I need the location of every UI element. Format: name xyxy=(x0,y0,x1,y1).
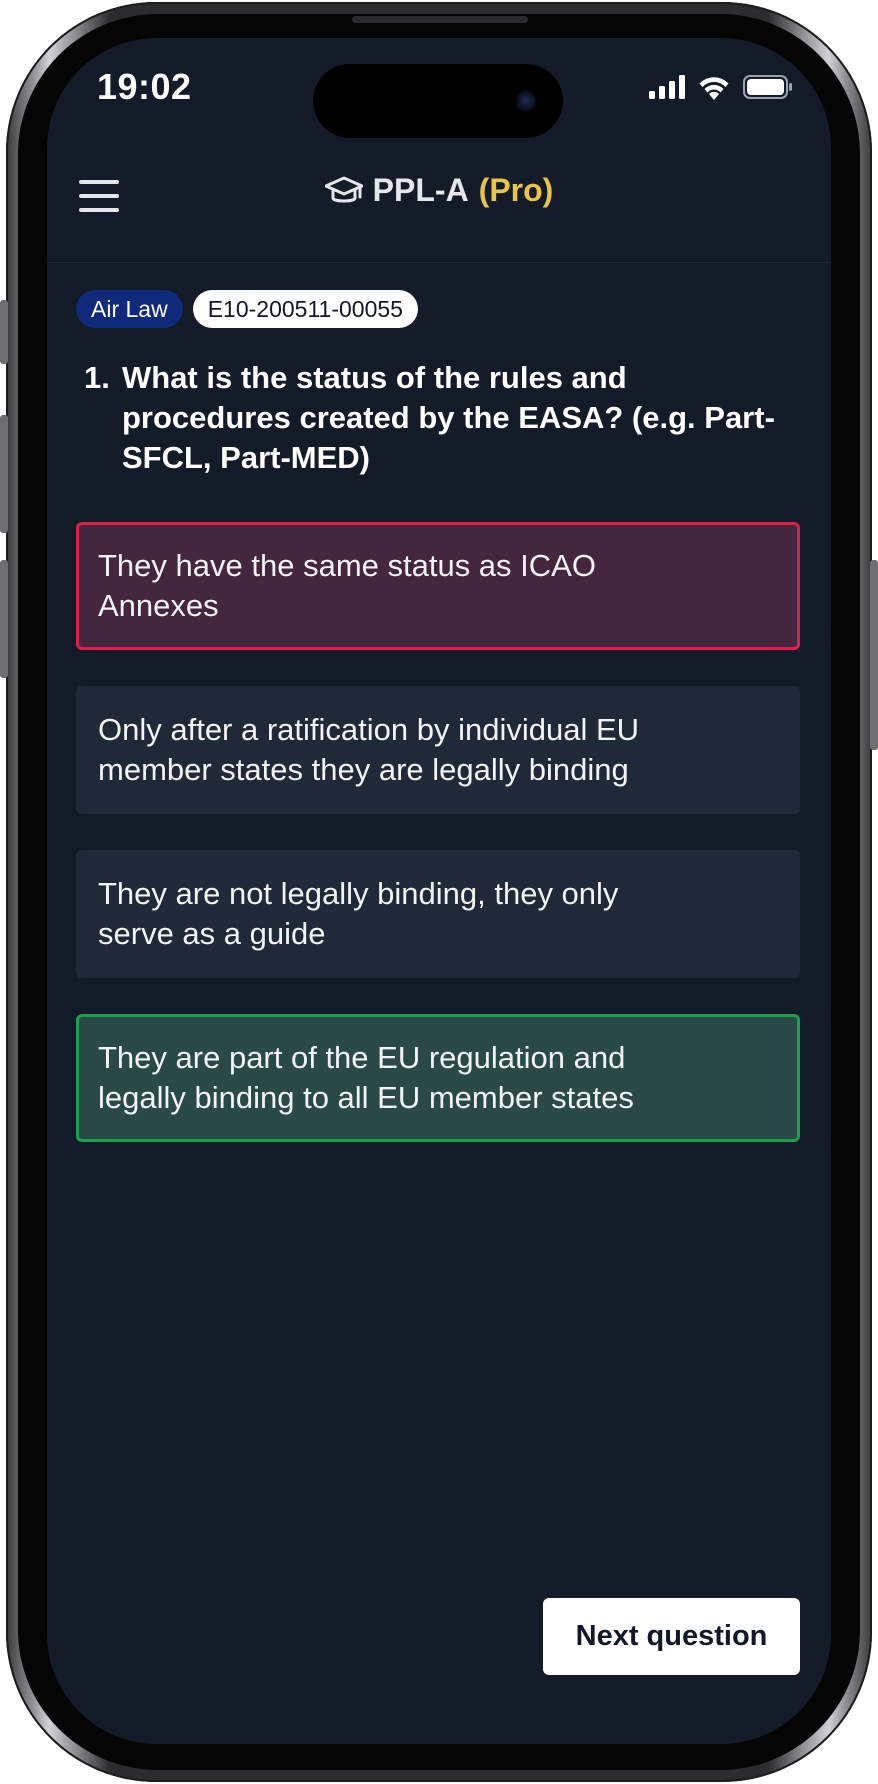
question-text: 1. What is the status of the rules and p… xyxy=(84,358,794,478)
subject-tag: Air Law xyxy=(76,290,183,328)
answer-option-3[interactable]: They are not legally binding, they only … xyxy=(76,850,800,978)
answer-option-4[interactable]: They are part of the EU regulation and l… xyxy=(76,1014,800,1142)
volume-down-button xyxy=(0,560,8,678)
answer-option-label: They have the same status as ICAO Annexe… xyxy=(98,548,596,623)
app-title: PPL-A (Pro) xyxy=(47,172,831,209)
question-code-tag: E10-200511-00055 xyxy=(192,290,418,328)
front-camera-icon xyxy=(515,90,537,112)
power-button xyxy=(870,560,878,750)
graduation-cap-icon xyxy=(324,176,363,202)
earpiece-speaker xyxy=(352,16,528,23)
battery-icon xyxy=(743,75,792,99)
app-title-text: PPL-A xyxy=(372,172,469,208)
volume-up-button xyxy=(0,415,8,533)
action-button xyxy=(0,300,8,364)
answer-option-1[interactable]: They have the same status as ICAO Annexe… xyxy=(76,522,800,650)
question-number: 1. xyxy=(84,360,110,395)
next-question-button[interactable]: Next question xyxy=(543,1598,800,1675)
wifi-icon xyxy=(699,77,729,100)
answer-option-2[interactable]: Only after a ratification by individual … xyxy=(76,686,800,814)
answer-option-label: They are not legally binding, they only … xyxy=(98,876,619,951)
status-icons xyxy=(649,74,793,100)
app-header: PPL-A (Pro) xyxy=(47,158,831,263)
answer-option-label: They are part of the EU regulation and l… xyxy=(98,1040,634,1115)
question-body: What is the status of the rules and proc… xyxy=(122,360,775,475)
app-screen: 19:02 PPL-A (Pro) Air Law E10-200511-000… xyxy=(47,38,831,1744)
question-tags: Air Law E10-200511-00055 xyxy=(76,290,418,328)
pro-badge: (Pro) xyxy=(478,172,554,208)
dynamic-island xyxy=(313,64,563,138)
answer-option-label: Only after a ratification by individual … xyxy=(98,712,640,787)
status-time: 19:02 xyxy=(97,66,192,107)
cellular-signal-icon xyxy=(649,75,685,99)
